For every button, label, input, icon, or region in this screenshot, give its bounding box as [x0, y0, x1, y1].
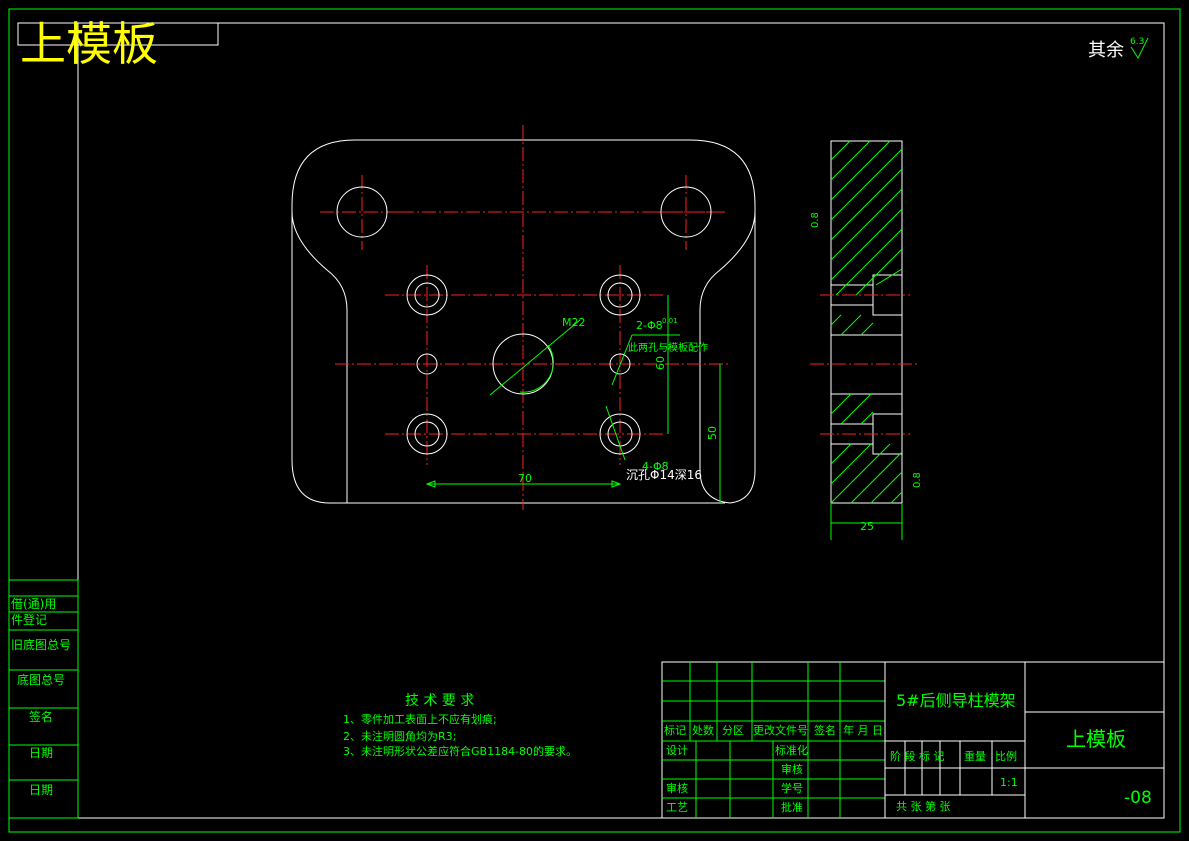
- dim-25: 25: [860, 520, 874, 533]
- dim-counterbore: 沉孔Φ14深16: [626, 468, 702, 482]
- tb-design: 设计: [666, 744, 688, 757]
- surface-finish-value: 6.3: [1130, 37, 1144, 47]
- section-hatching: [830, 140, 903, 504]
- tech-item-3: 3、未注明形状公差应符合GB1184-80的要求。: [343, 744, 577, 758]
- tb-stage: 阶 段 标 记: [890, 749, 945, 763]
- tb-header-5: 签名: [814, 723, 836, 737]
- strip-2: 件登记: [11, 612, 47, 627]
- tb-weight: 重量: [964, 749, 986, 763]
- strip-4: 底图总号: [17, 672, 65, 687]
- dim-50: 50: [706, 426, 719, 440]
- strip-7: 日期: [29, 783, 53, 797]
- tb-check: 审核: [781, 762, 803, 776]
- tb-seq: 学号: [781, 781, 803, 795]
- tb-part-name: 上模板: [1066, 727, 1126, 751]
- tb-header-3: 分区: [722, 724, 744, 737]
- strip-3: 旧底图总号: [11, 637, 71, 652]
- dim-hole-note: 此两孔与模板配作: [628, 341, 708, 354]
- strip-6: 日期: [29, 746, 53, 760]
- tech-item-2: 2、未注明圆角均为R3;: [343, 729, 456, 743]
- cad-drawing: 上模板 其余 6.3 70 50 60 M22 2-Φ8 0.01 此两孔与模板…: [8, 8, 1181, 833]
- tb-drawing-no: -08: [1124, 788, 1152, 808]
- title-stamp: 上模板: [20, 17, 158, 71]
- tb-approve: 批准: [781, 800, 803, 814]
- dim-60: 60: [654, 356, 667, 370]
- tb-process: 工艺: [666, 801, 688, 814]
- plate-side-view: [810, 140, 920, 540]
- strip-1: 借(通)用: [11, 597, 56, 611]
- strip-5: 签名: [29, 709, 53, 724]
- tb-header-2: 处数: [692, 724, 714, 737]
- tb-header-6: 年 月 日: [843, 723, 883, 737]
- surface-finish-label: 其余: [1088, 40, 1124, 61]
- tb-sheets: 共 张 第 张: [896, 799, 951, 813]
- dim-hole-tol: 0.01: [662, 317, 678, 325]
- tech-title: 技 术 要 求: [405, 693, 474, 709]
- tb-header-4: 更改文件号: [753, 723, 808, 737]
- dim-70: 70: [518, 472, 532, 485]
- dim-thread: M22: [562, 316, 586, 329]
- roughness-bottom: 0.8: [912, 472, 923, 488]
- tech-item-1: 1、零件加工表面上不应有划痕;: [343, 712, 497, 726]
- dim-hole-spec: 2-Φ8: [636, 319, 663, 332]
- tb-product-name: 5#后侧导柱模架: [896, 691, 1016, 710]
- tb-ratio: 比例: [995, 749, 1017, 763]
- tb-scale: 1:1: [1000, 776, 1018, 789]
- roughness-top: 0.8: [810, 212, 821, 228]
- tb-review: 审核: [666, 781, 688, 795]
- tb-header-1: 标记: [664, 723, 686, 737]
- tb-standardize: 标准化: [775, 743, 808, 757]
